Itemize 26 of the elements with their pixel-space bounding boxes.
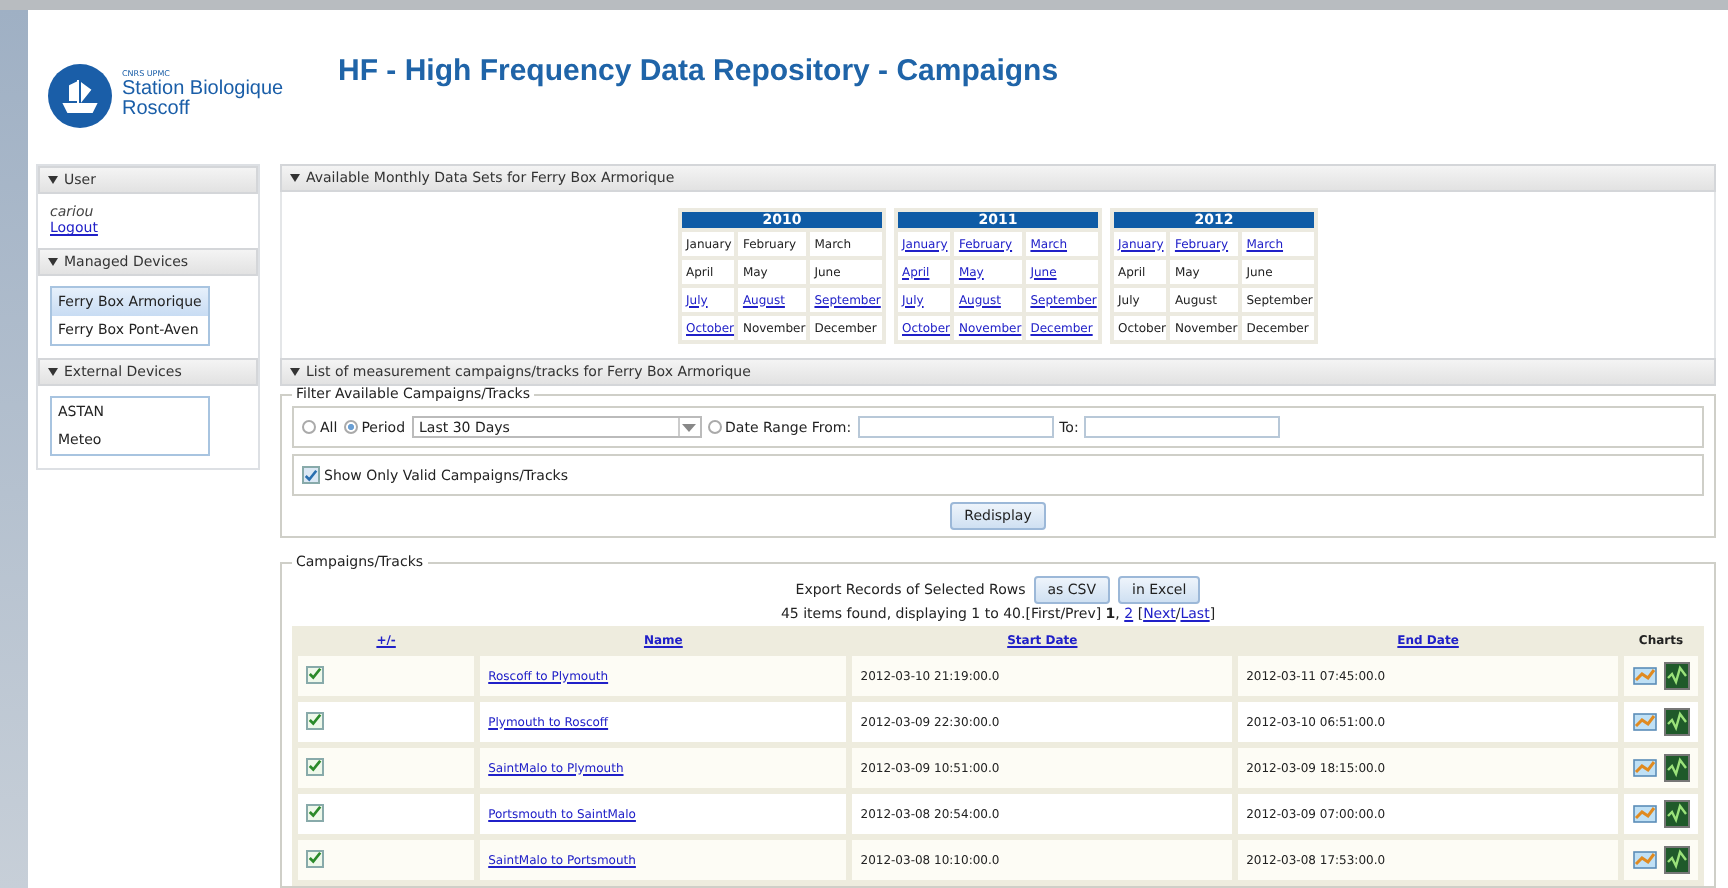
logo-name: Station Biologique — [122, 79, 284, 100]
radio-button[interactable] — [343, 420, 358, 434]
caret-icon — [290, 367, 300, 376]
row-checkbox[interactable] — [306, 665, 324, 684]
chart-icon[interactable] — [1663, 662, 1690, 690]
chart-icon[interactable] — [1663, 800, 1690, 828]
row-checkbox[interactable] — [306, 803, 324, 822]
ship-logo-icon — [48, 64, 112, 128]
date-from-field[interactable] — [857, 416, 1054, 438]
date-to-field[interactable] — [1084, 416, 1281, 438]
radio-button[interactable] — [707, 420, 722, 434]
checkbox[interactable] — [302, 466, 320, 484]
logo-name: Roscoff — [122, 100, 191, 122]
page-title: HF - High Frequency Data Repository - Campaigns — [338, 54, 1059, 88]
caret-icon — [48, 257, 58, 266]
chart-icon[interactable] — [1663, 708, 1690, 736]
row-checkbox[interactable] — [306, 757, 324, 776]
chart-icon[interactable] — [1663, 846, 1690, 874]
caret-icon — [682, 423, 697, 431]
chart-icon[interactable] — [1663, 754, 1690, 782]
radio-button[interactable] — [302, 420, 316, 434]
caret-icon — [48, 175, 58, 184]
row-checkbox[interactable] — [306, 711, 324, 730]
caret-icon — [290, 173, 300, 182]
row-checkbox[interactable] — [306, 849, 324, 868]
caret-icon — [48, 367, 58, 376]
